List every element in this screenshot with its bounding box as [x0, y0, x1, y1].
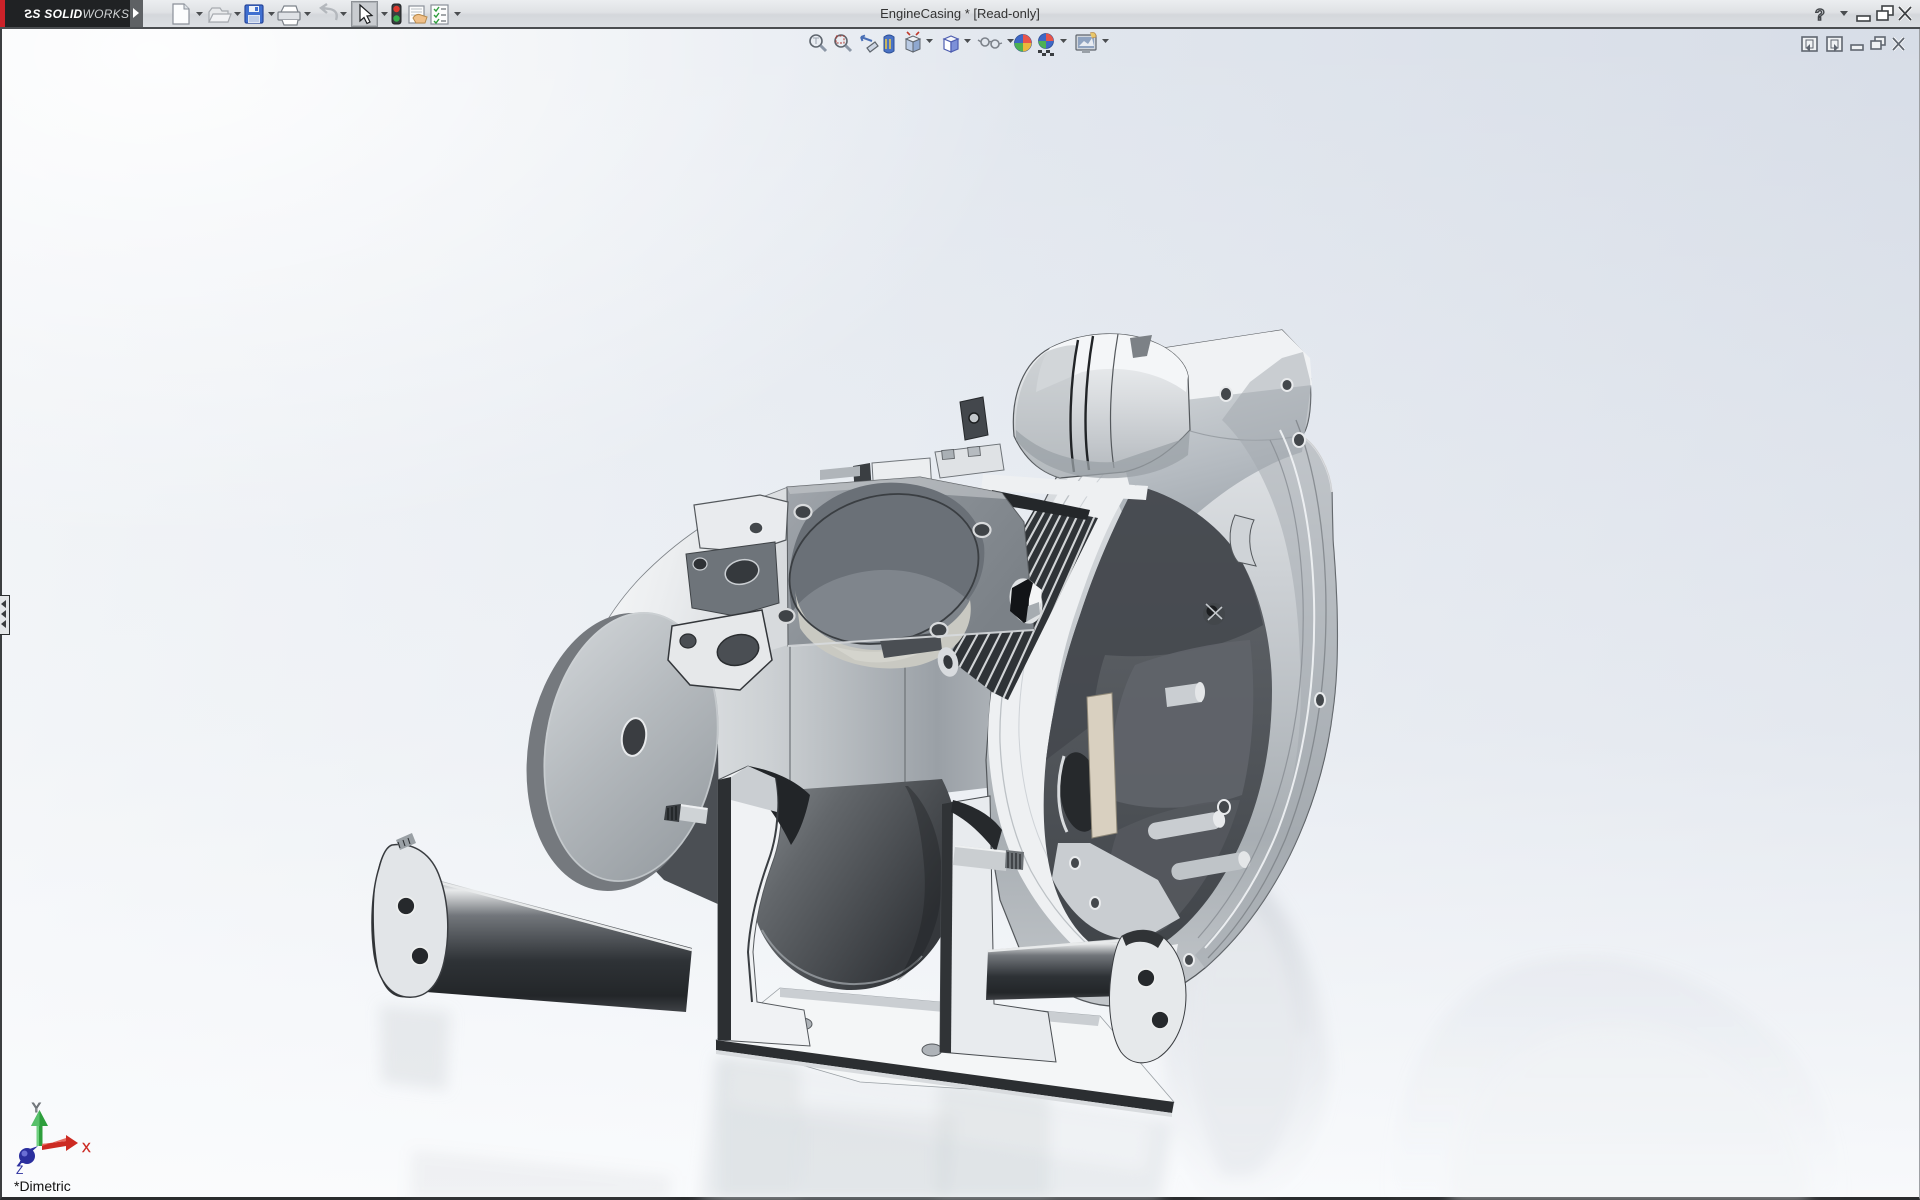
- svg-text:X: X: [82, 1140, 91, 1155]
- svg-text:Z: Z: [16, 1163, 23, 1177]
- svg-text:?: ?: [1815, 7, 1825, 24]
